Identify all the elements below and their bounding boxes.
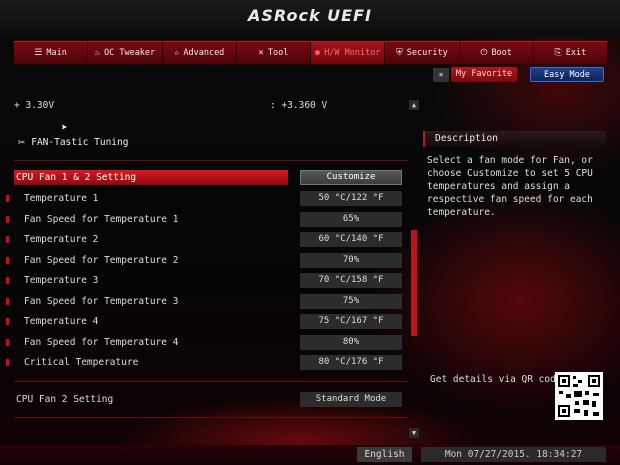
scroll-down-arrow-icon[interactable]: ▼ — [409, 428, 419, 438]
tab-oc-tweaker[interactable]: ♨ OC Tweaker — [88, 42, 163, 64]
row-marker — [6, 339, 9, 346]
fan-speed-4-label[interactable]: Fan Speed for Temperature 4 — [24, 337, 178, 348]
row-marker — [6, 236, 9, 243]
temperature-2-label[interactable]: Temperature 2 — [24, 234, 98, 245]
scroll-up-arrow-icon[interactable]: ▲ — [409, 100, 419, 110]
row-marker — [6, 277, 9, 284]
temperature-2-value[interactable]: 60 °C/140 °F — [300, 232, 402, 247]
cpu-fan-2-setting-label[interactable]: CPU Fan 2 Setting — [16, 394, 113, 405]
temperature-1-label[interactable]: Temperature 1 — [24, 193, 98, 204]
shield-icon: ⛨ — [396, 48, 403, 58]
cpu-fan-setting-label[interactable]: CPU Fan 1 & 2 Setting — [16, 172, 136, 183]
cpu-fan-2-setting-value[interactable]: Standard Mode — [300, 392, 402, 407]
power-icon: ⏻ — [480, 48, 488, 58]
exit-icon: ⎘ — [554, 48, 562, 58]
language-button[interactable]: English — [357, 447, 412, 462]
section-title: FAN-Tastic Tuning — [31, 136, 129, 148]
fan-speed-2-value[interactable]: 70% — [300, 253, 402, 268]
tab-label: H/W Monitor — [324, 48, 381, 58]
temperature-3-value[interactable]: 70 °C/158 °F — [300, 273, 402, 288]
easy-mode-button[interactable]: Easy Mode — [530, 67, 604, 82]
star-icon: ☆ — [173, 48, 180, 58]
row-marker — [6, 318, 9, 325]
tab-tool[interactable]: ✕ Tool — [237, 42, 311, 64]
divider — [14, 160, 408, 161]
divider — [14, 417, 408, 418]
flame-icon: ♨ — [94, 48, 100, 58]
tab-label: OC Tweaker — [103, 48, 156, 58]
temperature-4-value[interactable]: 75 °C/167 °F — [300, 314, 402, 329]
fan-speed-1-value[interactable]: 65% — [300, 212, 402, 227]
monitor-icon: ◉ — [314, 48, 321, 58]
datetime-display: Mon 07/27/2015. 18:34:27 — [421, 447, 606, 462]
temperature-4-label[interactable]: Temperature 4 — [24, 316, 98, 327]
critical-temperature-label[interactable]: Critical Temperature — [24, 357, 138, 368]
tab-label: Exit — [565, 48, 587, 58]
row-marker — [6, 298, 9, 305]
mouse-cursor-icon: ➤ — [61, 121, 68, 134]
qr-code-icon — [555, 372, 603, 420]
tab-label: Boot — [491, 48, 512, 58]
scrollbar[interactable]: ▲ ▼ — [409, 100, 419, 440]
scroll-thumb[interactable] — [411, 230, 417, 336]
tab-security[interactable]: ⛨ Security — [385, 42, 460, 64]
critical-temperature-value[interactable]: 80 °C/176 °F — [300, 355, 402, 370]
tab-label: Main — [46, 48, 67, 58]
voltage-value: : +3.360 V — [270, 100, 328, 111]
asrock-logo: ASRock UEFI — [248, 6, 372, 25]
voltage-label: + 3.30V — [14, 100, 55, 111]
top-bar: ASRock UEFI — [0, 0, 620, 37]
tab-label: Tool — [267, 48, 289, 58]
tool-icon: ✕ — [258, 48, 264, 58]
fan-tastic-section[interactable]: ✂ FAN-Tastic Tuning — [18, 135, 128, 149]
fan-speed-3-label[interactable]: Fan Speed for Temperature 3 — [24, 296, 178, 307]
tab-label: Advanced — [183, 48, 225, 58]
my-favorite-button[interactable]: My Favorite — [451, 67, 517, 82]
main-tabs: ☰ Main ♨ OC Tweaker ☆ Advanced ✕ Tool ◉ H/W M… — [14, 41, 608, 65]
temperature-3-label[interactable]: Temperature 3 — [24, 275, 98, 286]
list-icon: ☰ — [34, 48, 43, 58]
tab-boot[interactable]: ⏻ Boot — [460, 42, 534, 64]
divider — [14, 381, 408, 382]
description-header: Description — [423, 131, 606, 147]
tab-exit[interactable]: ⎘ Exit — [534, 42, 608, 64]
fan-speed-2-label[interactable]: Fan Speed for Temperature 2 — [24, 255, 178, 266]
row-marker — [6, 359, 9, 366]
row-marker — [6, 195, 9, 202]
tab-advanced[interactable]: ☆ Advanced — [163, 42, 237, 64]
temperature-1-value[interactable]: 50 °C/122 °F — [300, 191, 402, 206]
qr-label: Get details via QR code — [430, 374, 562, 385]
tab-hw-monitor[interactable]: ◉ H/W Monitor — [311, 42, 386, 64]
fan-speed-3-value[interactable]: 75% — [300, 294, 402, 309]
favorite-star-icon[interactable]: ★ — [433, 68, 449, 82]
description-text: Select a fan mode for Fan, or choose Cus… — [427, 155, 593, 218]
row-marker — [6, 257, 9, 264]
cpu-fan-setting-dropdown[interactable]: Customize — [300, 170, 402, 185]
tab-label: Security — [406, 48, 448, 58]
fan-speed-1-label[interactable]: Fan Speed for Temperature 1 — [24, 214, 178, 225]
fan-speed-4-value[interactable]: 80% — [300, 335, 402, 350]
row-marker — [6, 216, 9, 223]
tab-main[interactable]: ☰ Main — [14, 42, 89, 64]
tools-icon: ✂ — [18, 135, 26, 149]
